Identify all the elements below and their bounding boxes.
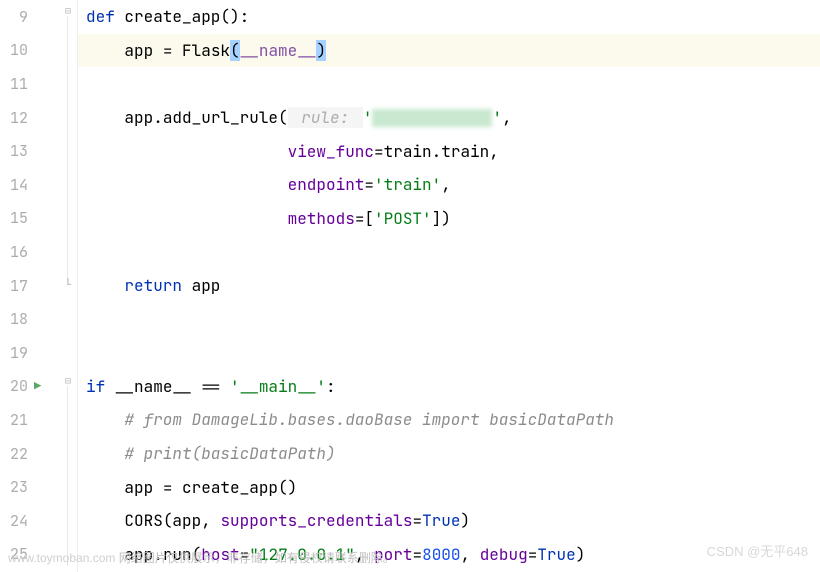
line-number: 10: [0, 40, 28, 60]
line-number: 18: [0, 309, 28, 329]
code-line[interactable]: return app: [78, 269, 820, 303]
line-number: 19: [0, 343, 28, 363]
code-line[interactable]: CORS(app, supports_credentials=True): [78, 504, 820, 538]
code-line[interactable]: methods=['POST']): [78, 202, 820, 236]
line-number: 23: [0, 477, 28, 497]
code-line[interactable]: [78, 336, 820, 370]
code-line[interactable]: app = Flask(__name__): [78, 34, 820, 68]
run-icon[interactable]: ▶: [34, 378, 41, 394]
code-editor[interactable]: 9 10 11 12 13 14 15 16 17 18 19 20 ▶ 21 2…: [0, 0, 820, 572]
line-number-gutter: 9 10 11 12 13 14 15 16 17 18 19 20 ▶ 21 2…: [0, 0, 60, 572]
code-area[interactable]: def create_app(): app = Flask(__name__) …: [78, 0, 820, 572]
line-number: 20: [0, 376, 28, 396]
code-line[interactable]: def create_app():: [78, 0, 820, 34]
fold-gutter[interactable]: ⊟ └ ⊟: [60, 0, 78, 572]
parameter-hint: rule:: [288, 107, 363, 128]
watermark-left: www.toymoban.com 网络图片仅供展示，非存储，如有侵权请联系删除。: [8, 549, 395, 566]
line-number: 12: [0, 108, 28, 128]
code-line[interactable]: [78, 302, 820, 336]
line-number: 17: [0, 276, 28, 296]
line-number: 9: [0, 7, 28, 27]
line-number: 14: [0, 175, 28, 195]
redacted-region: [372, 109, 492, 127]
fold-top-icon[interactable]: ⊟: [62, 374, 74, 386]
code-line[interactable]: # from DamageLib.bases.daoBase import ba…: [78, 403, 820, 437]
code-line[interactable]: [78, 235, 820, 269]
code-line[interactable]: app.add_url_rule( rule: '',: [78, 101, 820, 135]
line-number: 22: [0, 444, 28, 464]
fold-bottom-icon[interactable]: └: [62, 278, 74, 290]
watermark-right: CSDN @无平648: [707, 541, 808, 560]
line-number: 24: [0, 511, 28, 531]
line-number: 15: [0, 208, 28, 228]
line-number: 11: [0, 74, 28, 94]
code-line[interactable]: # print(basicDataPath): [78, 437, 820, 471]
code-line[interactable]: app = create_app(): [78, 470, 820, 504]
fold-top-icon[interactable]: ⊟: [62, 4, 74, 16]
line-number: 16: [0, 242, 28, 262]
line-number: 21: [0, 410, 28, 430]
code-line[interactable]: view_func=train.train,: [78, 134, 820, 168]
line-number: 13: [0, 141, 28, 161]
code-line[interactable]: [78, 67, 820, 101]
code-line[interactable]: endpoint='train',: [78, 168, 820, 202]
code-line[interactable]: if __name__ == '__main__':: [78, 370, 820, 404]
